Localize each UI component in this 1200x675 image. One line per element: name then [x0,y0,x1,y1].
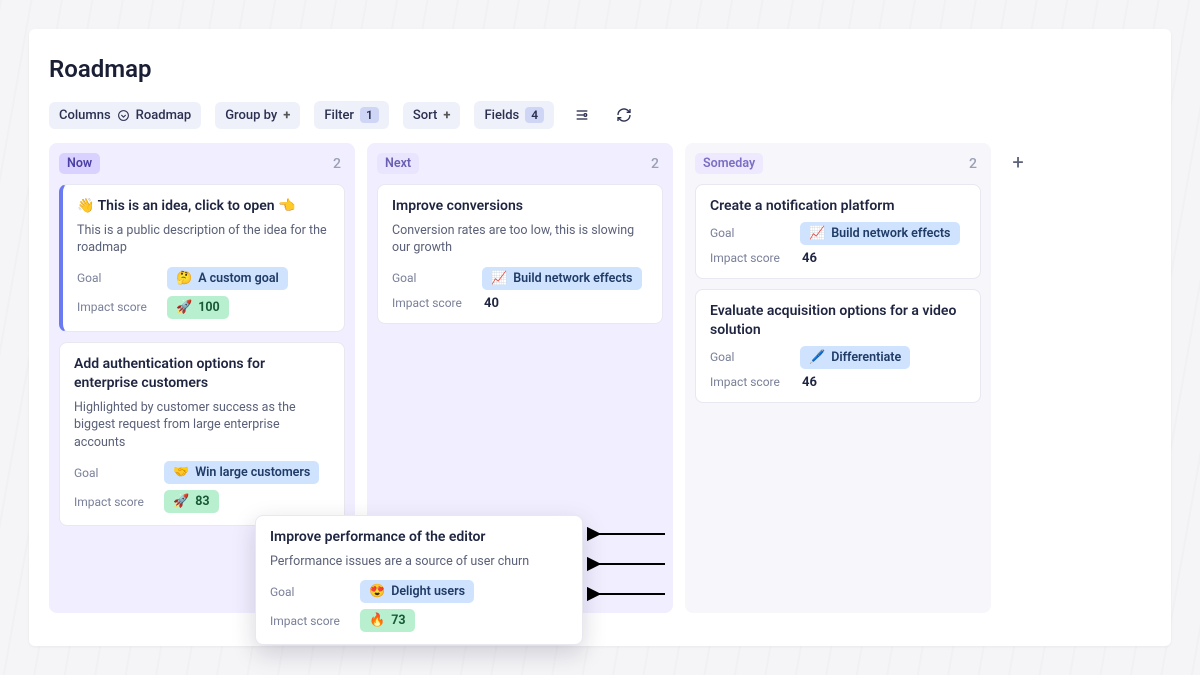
card-title: Improve conversions [392,197,648,216]
filter-count: 1 [360,107,379,123]
columns-label: Columns [59,108,111,123]
goal-label: Goal [392,271,466,285]
groupby-label: Group by [225,108,277,123]
idea-card[interactable]: Evaluate acquisition options for a video… [695,289,981,403]
refresh-icon[interactable] [610,101,638,129]
column-name: Next [377,153,419,174]
card-title: Add authentication options for enterpris… [74,355,330,393]
impact-pill: 🔥 73 [360,609,415,632]
fields-count: 4 [525,107,544,123]
impact-emoji-icon: 🔥 [369,613,385,628]
impact-label: Impact score [74,495,148,509]
goal-label: Goal [270,585,344,599]
impact-pill: 🚀 83 [164,490,219,513]
fields-control[interactable]: Fields 4 [474,101,554,129]
goal-text: A custom goal [198,271,279,286]
goal-emoji-icon: 🤝 [173,465,189,480]
columns-value: Roadmap [136,108,192,123]
impact-label: Impact score [270,614,344,628]
goal-emoji-icon: 🖊️ [809,350,825,365]
dragging-card[interactable]: Improve performance of the editor Perfor… [255,515,583,645]
goal-text: Build network effects [831,226,950,241]
filter-label: Filter [324,108,354,123]
plus-icon: + [443,108,450,123]
column-count: 2 [651,156,663,172]
goal-text: Differentiate [831,350,901,365]
annotation-arrow-icon [587,586,667,602]
goal-label: Goal [77,271,151,285]
goal-pill: 📈 Build network effects [800,222,960,245]
goal-pill: 📈 Build network effects [482,267,642,290]
goal-pill: 🤝 Win large customers [164,461,319,484]
impact-value: 40 [482,296,499,311]
annotation-arrow-icon [587,556,667,572]
goal-text: Delight users [391,584,465,599]
goal-text: Win large customers [195,465,310,480]
impact-emoji-icon: 🚀 [176,300,192,315]
add-column-button[interactable]: + [1003,147,1033,177]
idea-card[interactable]: 👋 This is an idea, click to open 👈 This … [59,184,345,332]
column-name: Someday [695,153,763,174]
goal-emoji-icon: 📈 [491,271,507,286]
impact-label: Impact score [392,296,466,310]
card-description: Conversion rates are too low, this is sl… [392,222,648,257]
impact-label: Impact score [77,300,151,314]
roadmap-app: Roadmap Columns Roadmap Group by + Filte… [29,29,1171,646]
column-header: Now 2 [59,153,345,174]
goal-emoji-icon: 📈 [809,226,825,241]
goal-pill: 🖊️ Differentiate [800,346,910,369]
column-name: Now [59,153,100,174]
impact-value: 73 [391,613,405,628]
impact-emoji-icon: 🚀 [173,494,189,509]
card-description: This is a public description of the idea… [77,222,330,257]
column-header: Someday 2 [695,153,981,174]
groupby-control[interactable]: Group by + [215,102,300,129]
page-title: Roadmap [49,55,1151,83]
impact-value: 100 [198,300,220,315]
card-title: Create a notification platform [710,197,966,216]
goal-pill: 😍 Delight users [360,580,474,603]
idea-card[interactable]: Create a notification platform Goal 📈 Bu… [695,184,981,279]
fields-label: Fields [484,108,519,123]
impact-value: 83 [195,494,209,509]
goal-text: Build network effects [513,271,632,286]
goal-label: Goal [710,350,784,364]
impact-value: 46 [800,375,817,390]
toolbar: Columns Roadmap Group by + Filter 1 Sort… [49,101,1151,129]
column-count: 2 [333,156,345,172]
goal-label: Goal [710,226,784,240]
plus-icon: + [1012,150,1023,174]
column-someday[interactable]: Someday 2 Create a notification platform… [685,143,991,613]
plus-icon: + [283,108,290,123]
impact-label: Impact score [710,251,784,265]
impact-label: Impact score [710,375,784,389]
card-title: Improve performance of the editor [270,528,568,547]
columns-control[interactable]: Columns Roadmap [49,102,201,129]
chevron-down-icon [117,109,130,122]
sort-control[interactable]: Sort + [403,102,461,129]
annotation-arrow-icon [587,526,667,542]
filter-control[interactable]: Filter 1 [314,101,389,129]
sort-label: Sort [413,108,438,123]
goal-pill: 🤔 A custom goal [167,267,288,290]
card-title: Evaluate acquisition options for a video… [710,302,966,340]
idea-card[interactable]: Add authentication options for enterpris… [59,342,345,526]
goal-label: Goal [74,466,148,480]
goal-emoji-icon: 😍 [369,584,385,599]
goal-emoji-icon: 🤔 [176,271,192,286]
impact-pill: 🚀 100 [167,296,229,319]
card-description: Highlighted by customer success as the b… [74,399,330,452]
impact-value: 46 [800,251,817,266]
card-title: 👋 This is an idea, click to open 👈 [77,197,330,216]
settings-icon[interactable] [568,101,596,129]
column-count: 2 [969,156,981,172]
column-header: Next 2 [377,153,663,174]
card-description: Performance issues are a source of user … [270,553,568,571]
board-columns: Now 2 👋 This is an idea, click to open 👈… [49,143,1151,613]
idea-card[interactable]: Improve conversions Conversion rates are… [377,184,663,324]
